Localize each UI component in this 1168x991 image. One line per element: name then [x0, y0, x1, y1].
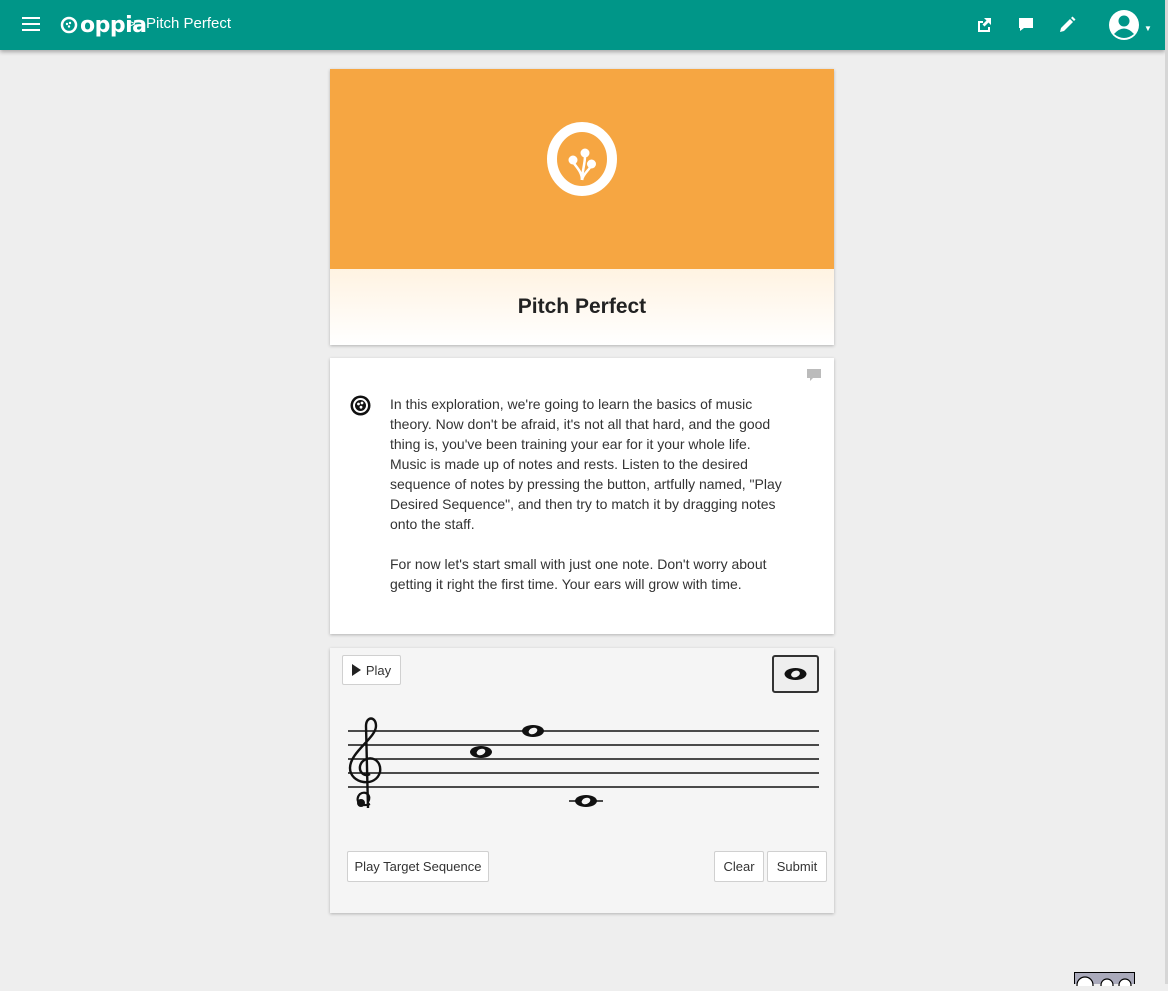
staff-note[interactable] [569, 795, 603, 807]
menu-icon[interactable] [22, 17, 40, 31]
clear-button[interactable]: Clear [714, 851, 764, 882]
play-icon [351, 664, 361, 676]
oppia-avatar-icon [350, 395, 371, 416]
play-button[interactable]: Play [342, 655, 401, 685]
user-avatar-icon[interactable] [1108, 9, 1140, 41]
exploration-title-bar: Pitch Perfect [330, 269, 834, 345]
exploration-title: Pitch Perfect [517, 295, 647, 318]
oppia-logo-icon [60, 16, 78, 34]
note-palette[interactable] [772, 655, 819, 693]
conversation-card: In this exploration, we're going to lear… [330, 358, 834, 634]
play-target-sequence-button[interactable]: Play Target Sequence [347, 851, 489, 882]
content-text: In this exploration, we're going to lear… [390, 394, 790, 614]
clear-button-label: Clear [723, 859, 755, 874]
exploration-banner [330, 69, 834, 269]
submit-button-label: Submit [776, 859, 818, 874]
content-paragraph: For now let's start small with just one … [390, 556, 767, 592]
chevron-down-icon[interactable]: ▼ [1144, 24, 1152, 33]
music-notes-interaction: Play Play Target Sequence Clear Submit [330, 648, 834, 913]
card-feedback-icon[interactable] [807, 369, 821, 382]
edit-icon[interactable] [1057, 15, 1077, 35]
staff-note[interactable] [522, 725, 544, 737]
exploration-header-card: Pitch Perfect [330, 69, 834, 345]
feedback-icon[interactable] [1016, 15, 1036, 35]
submit-button[interactable]: Submit [767, 851, 827, 882]
breadcrumb-exploration-title: Pitch Perfect [146, 15, 232, 32]
music-staff[interactable] [330, 708, 834, 818]
whole-note-icon[interactable] [774, 657, 817, 691]
treble-clef-icon [348, 717, 382, 809]
top-navbar: oppia > Pitch Perfect ▼ [0, 0, 1165, 50]
content-paragraph: In this exploration, we're going to lear… [390, 396, 782, 532]
share-icon[interactable] [974, 15, 994, 35]
play-target-sequence-label: Play Target Sequence [354, 859, 482, 874]
breadcrumb-separator: > [128, 16, 136, 31]
play-button-label: Play [365, 662, 392, 678]
staff-note[interactable] [470, 746, 492, 758]
oppia-thumbnail-icon [547, 122, 617, 196]
staff-lines [348, 730, 819, 788]
cc-license-icon [1076, 976, 1132, 991]
logo-text: oppia [80, 12, 147, 38]
license-badge[interactable] [1074, 972, 1135, 991]
